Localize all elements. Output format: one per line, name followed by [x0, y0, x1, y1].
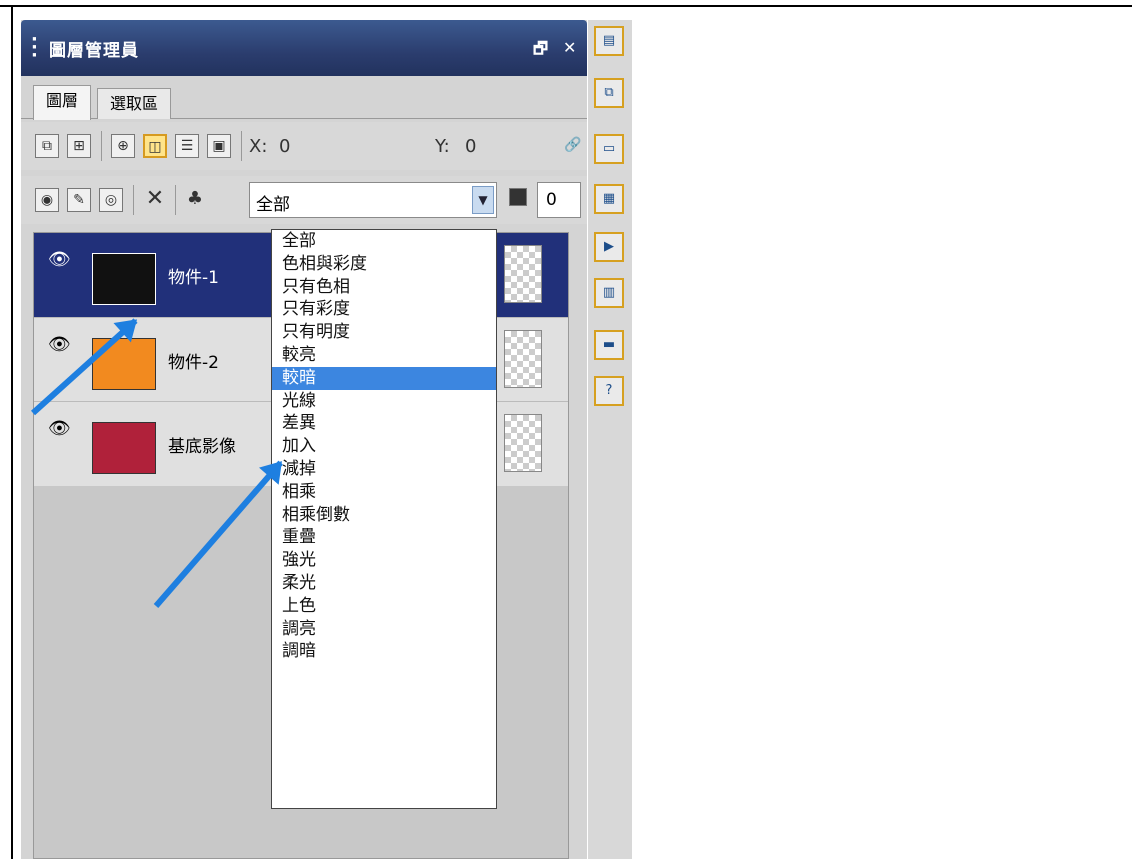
- layer-mask-thumbnail: [504, 414, 542, 472]
- panel-tabs: 圖層 選取區: [21, 78, 587, 120]
- opacity-field[interactable]: 0: [537, 182, 581, 218]
- browser-icon[interactable]: ▥: [594, 278, 624, 308]
- display-icon[interactable]: ▭: [594, 134, 624, 164]
- dropdown-option[interactable]: 相乘倒數: [272, 504, 496, 527]
- dropdown-option[interactable]: 色相與彩度: [272, 253, 496, 276]
- properties-icon[interactable]: ☰: [175, 134, 199, 158]
- visible-icon[interactable]: ◉: [35, 188, 59, 212]
- dropdown-option[interactable]: 相乘: [272, 481, 496, 504]
- panel-title: 圖層管理員: [49, 41, 139, 61]
- opacity-icon: [509, 188, 527, 206]
- dropdown-option[interactable]: 加入: [272, 435, 496, 458]
- float-button[interactable]: 🗗: [533, 38, 548, 65]
- layer-mask-thumbnail: [504, 245, 542, 303]
- x-label: X:: [249, 136, 268, 157]
- copy-icon[interactable]: ⧉: [594, 78, 624, 108]
- separator: [241, 131, 242, 161]
- layer-name: 物件-1: [168, 268, 219, 288]
- y-value[interactable]: 0: [465, 136, 476, 157]
- dropdown-option[interactable]: 只有明度: [272, 321, 496, 344]
- dropdown-option[interactable]: 調暗: [272, 640, 496, 663]
- chevron-down-icon[interactable]: ▼: [472, 186, 494, 214]
- eye-icon[interactable]: 👁: [48, 334, 71, 355]
- separator: [175, 185, 176, 215]
- thumbnail-icon[interactable]: ▣: [207, 134, 231, 158]
- tab-selection[interactable]: 選取區: [97, 88, 172, 119]
- frame-top-border: [0, 5, 1132, 7]
- dropdown-option[interactable]: 光線: [272, 390, 496, 413]
- layer-thumbnail: [92, 253, 156, 305]
- palette-icon[interactable]: ▦: [594, 184, 624, 214]
- dropdown-option[interactable]: 只有彩度: [272, 298, 496, 321]
- dropdown-option[interactable]: 全部: [272, 230, 496, 253]
- separator: [133, 185, 134, 215]
- opacity-value: 0: [546, 190, 557, 210]
- layer-thumbnail: [92, 422, 156, 474]
- blend-mode-dropdown-list: 全部 色相與彩度 只有色相 只有彩度 只有明度 較亮 較暗 光線 差異 加入 減…: [271, 229, 497, 809]
- lock-icon[interactable]: ◎: [99, 188, 123, 212]
- zoom-layer-icon[interactable]: ⊕: [111, 134, 135, 158]
- picture-icon[interactable]: ▬: [594, 330, 624, 360]
- tab-layers[interactable]: 圖層: [33, 85, 92, 120]
- new-layer-icon[interactable]: ⧉: [35, 134, 59, 158]
- close-button[interactable]: ✕: [563, 38, 576, 57]
- move-layer-icon[interactable]: ◫: [143, 134, 167, 158]
- blend-mode-select[interactable]: 全部 ▼: [249, 182, 497, 218]
- dropdown-option[interactable]: 差異: [272, 412, 496, 435]
- dropdown-option[interactable]: 減掉: [272, 458, 496, 481]
- layer-name: 物件-2: [168, 353, 219, 373]
- eye-icon[interactable]: 👁: [48, 249, 71, 270]
- new-object-layer-icon[interactable]: ⊞: [67, 134, 91, 158]
- blend-mode-value: 全部: [256, 195, 290, 215]
- y-label: Y:: [435, 136, 450, 157]
- dropdown-option-highlighted[interactable]: 較暗: [272, 366, 496, 390]
- toolbar-row-1: ⧉ ⊞ ⊕ ◫ ☰ ▣ X: 0 Y: 0 🔗: [21, 122, 587, 170]
- right-dock-toolbar: ▤ ⧉ ▭ ▦ ▶ ▥ ▬ ?: [588, 20, 632, 859]
- panel-titlebar[interactable]: · · · 圖層管理員 🗗 ✕: [21, 20, 587, 76]
- eye-icon[interactable]: 👁: [48, 418, 71, 439]
- toolbar-row-2: ◉ ✎ ◎ ✕ ♣ 全部 ▼ 0: [21, 176, 587, 224]
- play-icon[interactable]: ▶: [594, 232, 624, 262]
- grip-icon[interactable]: · · ·: [31, 31, 38, 65]
- delete-icon[interactable]: ✕: [143, 188, 167, 212]
- x-value[interactable]: 0: [279, 136, 290, 157]
- separator: [101, 131, 102, 161]
- dropdown-option[interactable]: 調亮: [272, 618, 496, 641]
- link-icon[interactable]: 🔗: [561, 134, 585, 158]
- paint-icon[interactable]: ✎: [67, 188, 91, 212]
- dropdown-option[interactable]: 較亮: [272, 344, 496, 367]
- layer-name: 基底影像: [168, 437, 236, 457]
- dropdown-option[interactable]: 強光: [272, 549, 496, 572]
- image-icon[interactable]: ▤: [594, 26, 624, 56]
- dropdown-option[interactable]: 只有色相: [272, 276, 496, 299]
- help-icon[interactable]: ?: [594, 376, 624, 406]
- blend-icon[interactable]: ♣: [183, 188, 207, 212]
- dropdown-option[interactable]: 上色: [272, 595, 496, 618]
- dropdown-option[interactable]: 重疊: [272, 526, 496, 549]
- dropdown-option[interactable]: 柔光: [272, 572, 496, 595]
- frame-left-border: [11, 5, 13, 859]
- layer-mask-thumbnail: [504, 330, 542, 388]
